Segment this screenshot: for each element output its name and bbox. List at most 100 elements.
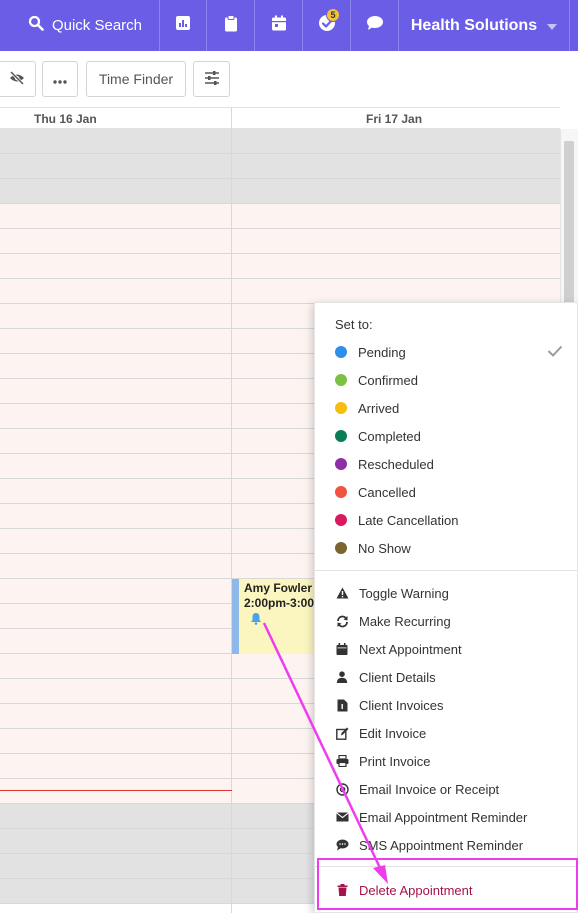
appointment-time: 2:00pm-3:00 [244, 596, 315, 610]
status-color-dot [335, 374, 347, 386]
status-color-dot [335, 346, 347, 358]
menu-item-next-appointment[interactable]: Next Appointment [315, 635, 577, 663]
chat-icon [366, 15, 384, 36]
time-finder-button[interactable]: Time Finder [86, 61, 186, 97]
highlight-box [317, 858, 578, 910]
warning-icon [335, 586, 349, 600]
appointment-client-name: Amy Fowler [244, 581, 313, 595]
envelope-icon [335, 810, 349, 824]
set-status-heading: Set to: [335, 317, 373, 332]
menu-item-label: Email Invoice or Receipt [359, 781, 500, 797]
menu-item-client-details[interactable]: Client Details [315, 663, 577, 691]
current-time-line [0, 790, 232, 791]
menu-item-label: Email Appointment Reminder [359, 809, 528, 825]
menu-item-label: SMS Appointment Reminder [359, 837, 524, 853]
time-slot-row[interactable] [0, 254, 560, 279]
menu-item-make-recurring[interactable]: Make Recurring [315, 607, 577, 635]
time-slot-row[interactable] [0, 154, 560, 179]
status-label: Rescheduled [358, 456, 434, 472]
time-slot-row[interactable] [0, 129, 560, 154]
calendar-button[interactable] [255, 0, 302, 51]
bell-icon [250, 612, 318, 630]
status-label: Late Cancellation [358, 512, 459, 528]
menu-item-label: Edit Invoice [359, 725, 427, 741]
status-color-dot [335, 430, 347, 442]
tasks-button[interactable] [303, 0, 350, 51]
menu-item-toggle-warning[interactable]: Toggle Warning [315, 579, 577, 607]
menu-item-client-invoices[interactable]: Client Invoices [315, 691, 577, 719]
status-item[interactable]: Arrived [315, 394, 577, 422]
reports-icon [175, 15, 191, 36]
ellipsis-icon [53, 71, 67, 87]
status-label: Arrived [358, 400, 400, 416]
sms-icon [335, 838, 349, 852]
status-label: Completed [358, 428, 421, 444]
time-slot-row[interactable] [0, 229, 560, 254]
status-label: Pending [358, 344, 406, 360]
eye-slash-icon [9, 70, 25, 88]
clipboard-icon [224, 14, 238, 37]
appointment-block[interactable]: Amy Fowler 2:00pm-3:00 [232, 579, 318, 654]
user-icon [335, 670, 349, 684]
status-color-dot [335, 542, 347, 554]
quick-search-label: Quick Search [51, 17, 143, 34]
status-item[interactable]: No Show [315, 534, 577, 562]
calendar-day-header: Thu 16 Jan Fri 17 Jan [0, 107, 560, 129]
menu-item-label: Toggle Warning [359, 585, 449, 601]
at-sign-icon [335, 782, 349, 796]
sliders-icon [204, 70, 220, 88]
recurring-icon [335, 614, 349, 628]
menu-item-email-invoice-or-receipt[interactable]: Email Invoice or Receipt [315, 775, 577, 803]
status-label: No Show [358, 540, 411, 556]
status-item[interactable]: Confirmed [315, 366, 577, 394]
menu-item-edit-invoice[interactable]: Edit Invoice [315, 719, 577, 747]
reports-button[interactable] [160, 0, 206, 51]
status-color-dot [335, 458, 347, 470]
time-slot-row[interactable] [0, 179, 560, 204]
status-item[interactable]: Late Cancellation [315, 506, 577, 534]
day-column-divider [231, 107, 232, 913]
quick-search-button[interactable]: Quick Search [10, 0, 160, 51]
calendar-icon [335, 642, 349, 656]
menu-item-label: Make Recurring [359, 613, 451, 629]
day-label-thu: Thu 16 Jan [34, 112, 97, 126]
day-label-fri: Fri 17 Jan [366, 112, 423, 126]
status-item[interactable]: Completed [315, 422, 577, 450]
time-slot-row[interactable] [0, 204, 560, 229]
filter-settings-button[interactable] [193, 61, 230, 97]
status-item[interactable]: Cancelled [315, 478, 577, 506]
invoice-file-icon [335, 698, 349, 712]
messages-button[interactable] [351, 0, 398, 51]
top-navigation-bar: Quick Search 5 Health Solutions [0, 0, 578, 51]
appointment-context-menu: Set to: Pending Confirmed Arrived Completed… [314, 302, 578, 913]
status-label: Confirmed [358, 372, 418, 388]
calendar-icon [271, 15, 287, 36]
tasks-count-badge: 5 [326, 8, 340, 22]
time-finder-label: Time Finder [98, 71, 174, 87]
menu-item-label: Client Details [359, 669, 436, 685]
organization-name: Health Solutions [410, 16, 538, 34]
menu-item-label: Print Invoice [359, 753, 431, 769]
menu-item-label: Client Invoices [359, 697, 444, 713]
clipboard-button[interactable] [207, 0, 254, 51]
menu-item-email-appointment-reminder[interactable]: Email Appointment Reminder [315, 803, 577, 831]
hide-toggle-button[interactable] [0, 61, 36, 97]
menu-item-label: Next Appointment [359, 641, 462, 657]
status-color-dot [335, 514, 347, 526]
status-color-dot [335, 486, 347, 498]
menu-item-sms-appointment-reminder[interactable]: SMS Appointment Reminder [315, 831, 577, 859]
print-icon [335, 754, 349, 768]
organization-switcher[interactable]: Health Solutions [399, 0, 569, 51]
menu-item-print-invoice[interactable]: Print Invoice [315, 747, 577, 775]
menu-divider [315, 570, 577, 571]
calendar-toolbar: Time Finder [0, 51, 578, 107]
edit-icon [335, 726, 349, 740]
time-slot-row[interactable] [0, 279, 560, 304]
caret-down-icon [547, 17, 558, 35]
status-item[interactable]: Pending [315, 338, 577, 366]
app: Quick Search 5 Health Solutions Time Fin… [0, 0, 578, 913]
status-label: Cancelled [358, 484, 416, 500]
search-icon [28, 15, 44, 36]
more-options-button[interactable] [42, 61, 78, 97]
status-item[interactable]: Rescheduled [315, 450, 577, 478]
